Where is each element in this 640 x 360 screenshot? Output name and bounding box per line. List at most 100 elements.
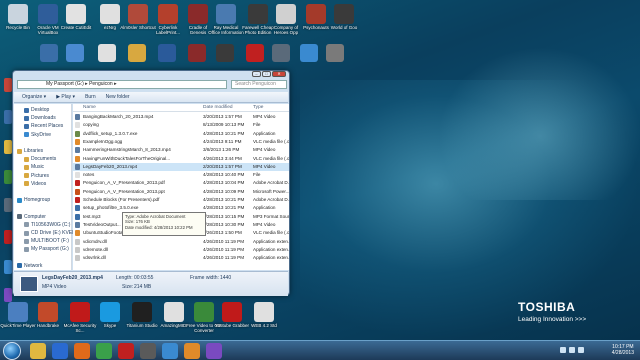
desktop-shortcut-icon[interactable] <box>188 44 206 62</box>
desktop-shortcut-icon[interactable] <box>216 44 234 62</box>
desktop-icon[interactable]: Titanium Studio <box>124 302 160 328</box>
file-row[interactable]: Schedule Blocks (For Presenters).pdf 4/28… <box>73 196 289 204</box>
clock[interactable]: 10:17 PM 4/28/2013 <box>612 344 634 356</box>
navigation-pane[interactable]: Desktop Downloads Recent Places SkyDrive Lib… <box>14 104 74 270</box>
desktop-shortcut-icon[interactable] <box>4 198 12 212</box>
start-button[interactable] <box>3 342 21 360</box>
wallpaper-swirl-2 <box>430 40 640 200</box>
nav-item[interactable]: Libraries <box>17 148 43 154</box>
media-player-taskbar-icon[interactable] <box>52 343 68 359</box>
details-size: 214 MB <box>134 284 152 290</box>
nav-item[interactable]: MULTIBOOT (F:) <box>24 238 69 244</box>
desktop-shortcut-icon[interactable] <box>158 44 176 62</box>
nav-item[interactable]: My Passport (G:) <box>24 246 69 252</box>
file-row[interactable]: HavingFunWithDuckTalesForTheOriginal... 4… <box>73 155 289 163</box>
desktop-shortcut-icon[interactable] <box>66 44 84 62</box>
desktop-app-icon <box>254 302 274 322</box>
nav-item[interactable]: CD Drive (E:) KVEI <box>24 230 74 236</box>
nav-item[interactable]: Documents <box>24 156 56 162</box>
file-row[interactable]: copying 8/13/2009 10:13 PM File <box>73 121 289 129</box>
file-row[interactable]: vdicmdrv.dll 4/26/2010 11:19 PM Applicatio… <box>73 238 289 246</box>
nav-item[interactable]: Downloads <box>24 115 56 121</box>
desktop-icon-label: Skype <box>103 323 117 328</box>
nav-item-label: Videos <box>31 180 47 187</box>
app7-taskbar-icon[interactable] <box>162 343 178 359</box>
app6-taskbar-icon[interactable] <box>140 343 156 359</box>
nav-item[interactable]: TI10563W0G (C:) <box>24 222 70 228</box>
file-row[interactable]: Penguicon_A_V_Presentation_2013.ppt 4/28/… <box>73 188 289 196</box>
firefox-taskbar-icon[interactable] <box>74 343 90 359</box>
nav-item[interactable]: Videos <box>24 181 46 187</box>
desktop-shortcut-icon[interactable] <box>4 230 12 244</box>
desktop-icon[interactable]: Skype <box>92 302 128 328</box>
desktop-shortcut-icon[interactable] <box>4 288 12 302</box>
app8-taskbar-icon[interactable] <box>184 343 200 359</box>
explorer-taskbar-icon[interactable] <box>30 343 46 359</box>
new-folder-button[interactable]: New folder <box>106 94 130 100</box>
file-row[interactable]: BangingBackMarch_20_2013.mp4 3/20/2013 1:… <box>73 113 289 121</box>
nav-item[interactable]: Recent Places <box>24 123 63 129</box>
desktop-shortcut-icon[interactable] <box>300 44 318 62</box>
desktop-shortcut-icon[interactable] <box>272 44 290 62</box>
burn-button[interactable]: Burn <box>85 94 96 100</box>
nav-item[interactable]: Music <box>24 164 44 170</box>
file-row[interactable]: notes 4/28/2013 10:40 PM File <box>73 171 289 179</box>
desktop-shortcut-icon[interactable] <box>4 78 12 92</box>
nav-item[interactable]: SkyDrive <box>24 132 51 138</box>
play-button[interactable]: ▶ Play ▾ <box>56 94 75 100</box>
nav-item[interactable]: Pictures <box>24 173 49 179</box>
close-button[interactable]: ✕ <box>272 71 286 77</box>
desktop-icon[interactable]: Youtube Grabber <box>214 302 250 328</box>
desktop-shortcut-icon[interactable] <box>40 44 58 62</box>
file-type: MP4 Video <box>253 147 276 153</box>
title-bar[interactable]: – □ ✕ <box>13 71 289 79</box>
details-frame-width: 1440 <box>220 275 232 281</box>
file-row[interactable]: vdsvrlnk.dll 4/26/2010 11:19 PM Applicatio… <box>73 254 289 262</box>
search-input[interactable]: Search Penguicon <box>231 80 287 89</box>
desktop-icon[interactable]: Create CutiEdit <box>58 4 94 30</box>
file-row[interactable]: vdremote.dll 4/26/2010 11:19 PM Applicatio… <box>73 246 289 254</box>
file-row[interactable]: HammeringHamstringsMarch_8_2013.mp4 3/8/2… <box>73 146 289 154</box>
file-name: notes <box>83 172 95 178</box>
column-type[interactable]: Type <box>253 105 263 110</box>
desktop-shortcut-icon[interactable] <box>4 140 12 154</box>
network-icon[interactable] <box>569 347 575 353</box>
nav-item[interactable]: Computer <box>17 214 46 220</box>
desktop-shortcut-icon[interactable] <box>4 260 12 274</box>
file-row[interactable]: Penguicon_A_V_Presentation_2013.pdf 4/28/… <box>73 179 289 187</box>
desktop-app-icon <box>276 4 296 24</box>
explorer-window[interactable]: – □ ✕ ◀ ▶ My Passport (G:) ▸ Penguicon ▸… <box>12 70 290 296</box>
column-name[interactable]: Name <box>83 105 96 110</box>
desktop-icon[interactable]: Handbrake <box>30 302 66 328</box>
organize-button[interactable]: Organize ▾ <box>22 94 46 100</box>
file-row[interactable]: ExampleInOgg.ogg 4/24/2013 9:11 PM VLC med… <box>73 138 289 146</box>
desktop-icon[interactable]: World of Goo <box>326 4 362 30</box>
desktop-icon[interactable]: WEB 4.2 Std <box>246 302 282 328</box>
volume-icon[interactable] <box>578 347 584 353</box>
file-row[interactable]: LegsDayFeb20_2013.mp4 2/20/2013 1:57 PM MP… <box>73 162 289 171</box>
acrobat-taskbar-icon[interactable] <box>118 343 134 359</box>
address-bar[interactable]: My Passport (G:) ▸ Penguicon ▸ <box>17 80 227 89</box>
desktop-shortcut-icon[interactable] <box>98 44 116 62</box>
file-type-icon <box>75 155 80 162</box>
desktop-shortcut-icon[interactable] <box>326 44 344 62</box>
file-row[interactable]: dvdflick_setup_1.3.0.7.exe 4/28/2013 10:2… <box>73 130 289 138</box>
app9-taskbar-icon[interactable] <box>206 343 222 359</box>
desktop-icon-label: WEB 4.2 Std <box>251 323 277 328</box>
maximize-button[interactable]: □ <box>262 71 271 77</box>
file-date: 4/28/2013 10:40 PM <box>203 172 245 178</box>
chrome-taskbar-icon[interactable] <box>96 343 112 359</box>
nav-item[interactable]: Network <box>17 263 42 269</box>
system-tray-icons[interactable] <box>560 347 584 353</box>
desktop-shortcut-icon[interactable] <box>4 170 12 184</box>
nav-item[interactable]: Homegroup <box>17 197 50 203</box>
tray-arrow-icon[interactable] <box>560 347 566 353</box>
column-date[interactable]: Date modified <box>203 105 233 110</box>
file-list[interactable]: Name Date modified Type BangingBackMarch… <box>73 104 289 270</box>
desktop-shortcut-icon[interactable] <box>128 44 146 62</box>
minimize-button[interactable]: – <box>252 71 261 77</box>
desktop-shortcut-icon[interactable] <box>4 110 12 124</box>
desktop-icon[interactable]: Ray Medical Office Information <box>208 4 244 35</box>
desktop-shortcut-icon[interactable] <box>246 44 264 62</box>
nav-item[interactable]: Desktop <box>24 107 49 113</box>
